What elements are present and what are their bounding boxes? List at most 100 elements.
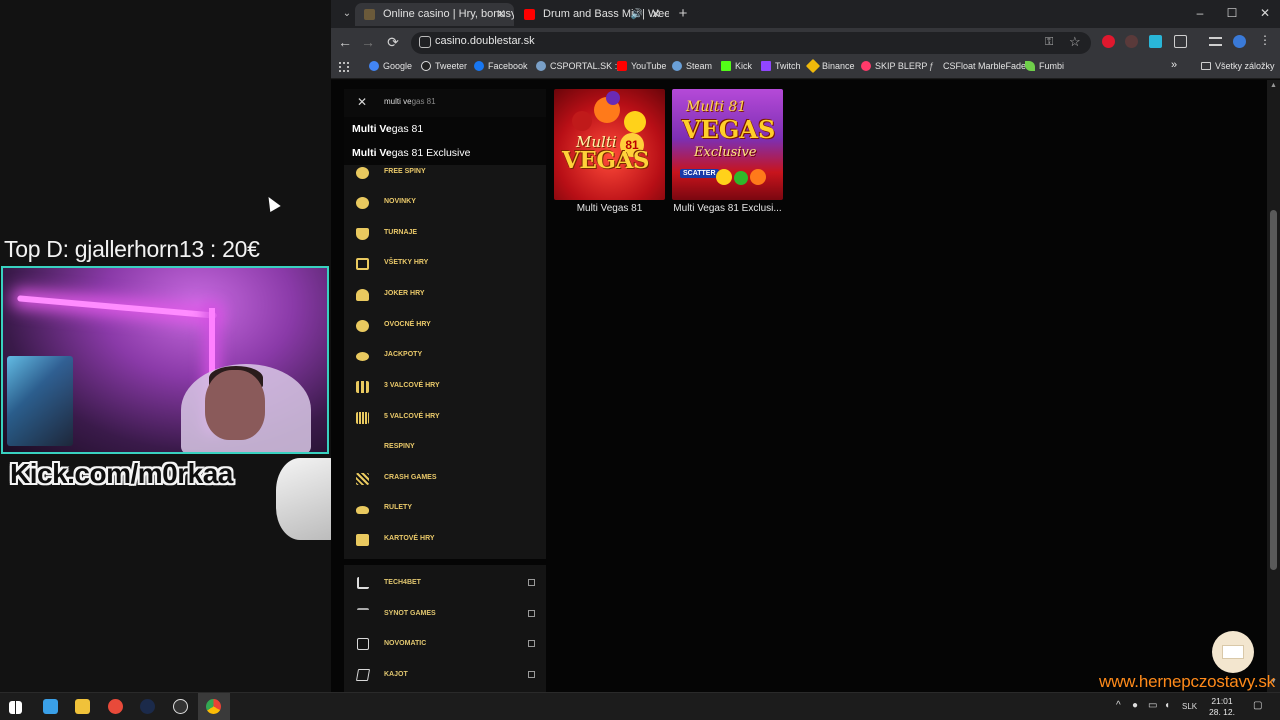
volume-icon[interactable]: ◖ [1164,700,1170,711]
tab-music[interactable]: Drum and Bass Mix | Week 🔊 ✕ [515,3,669,26]
bookmark-csfloat[interactable]: ƒ CSFloat MarbleFade [929,61,1026,71]
provider-checkbox[interactable] [528,610,535,617]
provider-kajot[interactable]: KAJOT [344,660,546,690]
category-novinky[interactable]: NOVINKY [344,188,546,218]
bookmark-facebook[interactable]: Facebook [474,61,528,71]
windows-start-icon[interactable] [9,701,22,714]
maximize-button[interactable]: ☐ [1225,6,1239,20]
password-key-icon[interactable]: ⚿ [1045,36,1053,49]
extension-dark-icon[interactable] [1125,35,1138,48]
close-search-icon[interactable]: ✕ [357,95,367,109]
game-thumbnail[interactable]: Multi 81 VEGAS Exclusive SCATTER [672,89,783,200]
category-joker-hry[interactable]: JOKER HRY [344,280,546,310]
all-bookmarks-folder[interactable]: Všetky záložky [1201,61,1275,71]
extensions-puzzle-icon[interactable] [1174,35,1187,48]
category-kartove-hry[interactable]: KARTOVÉ HRY [344,525,546,555]
tray-expand-icon[interactable]: ^ [1116,700,1121,711]
steam-taskbar-icon[interactable] [140,699,155,714]
system-clock[interactable]: 21:01 28. 12. 2025 [1200,696,1244,720]
game-search[interactable]: ✕ multi vegas 81 [344,89,546,117]
provider-filter-list: TECH4BET SYNOT GAMES NOVOMATIC KAJOT [344,565,546,692]
category-free-spiny[interactable]: FREE SPINY [344,158,546,188]
bookmark-skip-blerp[interactable]: SKIP BLERP [861,61,927,71]
speaker-icon[interactable]: 🔊 [631,3,643,26]
provider-tech4bet[interactable]: TECH4BET [344,568,546,598]
scroll-up-icon[interactable]: ▲ [1269,82,1278,89]
profile-avatar[interactable] [1233,35,1246,48]
game-title[interactable]: Multi Vegas 81 Exclusi... [672,203,783,214]
game-thumbnail[interactable]: Multi 81 VEGAS [554,89,665,200]
notifications-icon[interactable]: ▢ [1253,700,1262,711]
tab-strip: ⌄ Online casino | Hry, bonusy a fr ✕ Dru… [331,0,1280,28]
bookmark-steam[interactable]: Steam [672,61,712,71]
reload-button[interactable]: ⟳ [384,34,402,51]
novomatic-logo-icon [357,638,369,650]
category-rulety[interactable]: RULETY [344,494,546,524]
bookmark-fumbi[interactable]: Fumbi [1025,61,1064,71]
bookmark-tweeter[interactable]: Tweeter [421,61,467,71]
category-ovocne-hry[interactable]: OVOCNÉ HRY [344,311,546,341]
site-info-icon[interactable] [419,36,431,48]
new-tab-button[interactable]: + [675,6,691,22]
bookmark-google[interactable]: Google [369,61,412,71]
game-tile-multi-vegas-81-exclusive[interactable]: Multi 81 VEGAS Exclusive SCATTER Multi V… [672,89,783,214]
category-label: KARTOVÉ HRY [384,535,435,542]
category-5-valcove-hry[interactable]: 5 VALCOVÉ HRY [344,403,546,433]
network-icon[interactable]: ▭ [1148,700,1157,711]
chat-widget-button[interactable] [1212,631,1254,673]
tab-close-icon[interactable]: ✕ [651,3,661,26]
browser-menu-icon[interactable]: ⋮ [1259,33,1272,47]
tab-casino[interactable]: Online casino | Hry, bonusy a fr ✕ [355,3,514,26]
back-button[interactable]: ← [336,34,354,50]
microphone-icon[interactable]: ● [1132,700,1138,711]
kick-channel-label: Kick.com/m0rkaa [10,458,233,489]
page-scrollbar[interactable]: ▲ ▼ [1267,80,1280,692]
bookmark-csportal[interactable]: CSPORTAL.SK :) [536,61,620,71]
tab-search-icon[interactable]: ⌄ [339,6,355,22]
category-crash-games[interactable]: CRASH GAMES [344,464,546,494]
minimize-button[interactable]: – [1193,6,1207,20]
apps-grid-icon[interactable] [339,62,349,72]
provider-synot-games[interactable]: SYNOT GAMES [344,599,546,629]
file-explorer-icon[interactable] [75,699,90,714]
provider-checkbox[interactable] [528,640,535,647]
search-app-icon[interactable] [43,699,58,714]
language-indicator[interactable]: SLK [1182,702,1197,711]
url-text[interactable]: casino.doublestar.sk [435,35,535,47]
bookmark-binance[interactable]: Binance [805,58,855,74]
game-tile-multi-vegas-81[interactable]: Multi 81 VEGAS Multi Vegas 81 [554,89,665,214]
forward-button[interactable]: → [359,34,377,50]
bookmark-youtube[interactable]: YouTube [617,61,666,71]
scrollbar-thumb[interactable] [1270,210,1277,570]
bookmark-star-icon[interactable]: ☆ [1069,34,1081,50]
windows-taskbar: ^ ● ▭ ◖ SLK 21:01 28. 12. 2025 ▢ [0,692,1280,720]
address-bar[interactable]: casino.doublestar.sk ⚿ ☆ [411,32,1091,54]
tab-close-icon[interactable]: ✕ [496,3,506,26]
extension-red-icon[interactable] [1102,35,1115,48]
chrome-profile-icon[interactable] [108,699,123,714]
game-title[interactable]: Multi Vegas 81 [554,203,665,214]
provider-label: SYNOT GAMES [384,610,436,617]
provider-checkbox[interactable] [528,579,535,586]
chrome-icon[interactable] [206,699,221,714]
bookmarks-overflow-button[interactable]: » [1157,59,1177,71]
category-respiny[interactable]: RESPINY [344,433,546,463]
provider-label: NOVOMATIC [384,640,427,647]
provider-novomatic[interactable]: NOVOMATIC [344,629,546,659]
category-3-valcove-hry[interactable]: 3 VALCOVÉ HRY [344,372,546,402]
steam-icon [672,61,682,71]
bookmark-label: Tweeter [435,61,468,71]
extension-blue-icon[interactable] [1149,35,1162,48]
suggestion-multi-vegas-81[interactable]: Multi Vegas 81 [352,123,423,135]
category-vsetky-hry[interactable]: VŠETKY HRY [344,249,546,279]
provider-checkbox[interactable] [528,671,535,678]
obs-icon[interactable] [173,699,188,714]
category-jackpoty[interactable]: JACKPOTY [344,341,546,371]
close-window-button[interactable]: ✕ [1258,6,1272,20]
bookmark-kick[interactable]: Kick [721,61,752,71]
media-controls-icon[interactable] [1209,37,1222,46]
category-turnaje[interactable]: TURNAJE [344,219,546,249]
search-input[interactable]: multi vegas 81 [384,97,436,106]
bookmark-label: Binance [822,61,855,71]
bookmark-twitch[interactable]: Twitch [761,61,801,71]
